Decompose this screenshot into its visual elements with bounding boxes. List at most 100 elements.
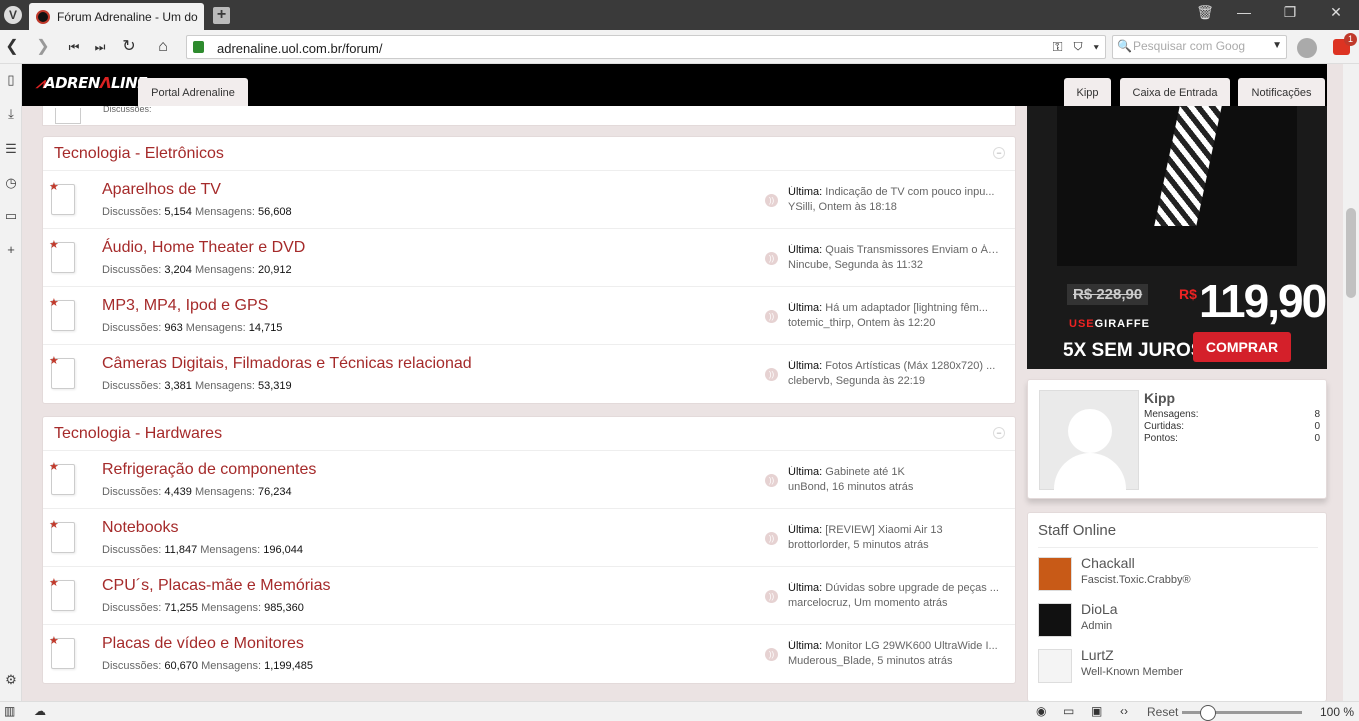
forward-button[interactable]: ❯: [33, 37, 53, 57]
ad-buy-button[interactable]: COMPRAR: [1193, 332, 1291, 362]
forum-title-link[interactable]: Placas de vídeo e Monitores: [102, 635, 304, 653]
zoom-reset-button[interactable]: Reset: [1147, 705, 1178, 719]
forum-stats: Discussões: 11,847 Mensagens: 196,044: [102, 544, 304, 556]
last-post-author[interactable]: totemic_thirp, Ontem às 12:20: [788, 317, 1003, 329]
last-post-link[interactable]: Última: [REVIEW] Xiaomi Air 13: [788, 524, 1003, 536]
home-button[interactable]: ⌂: [153, 37, 173, 57]
last-post-link[interactable]: Última: Quais Transmissores Enviam o Áu.…: [788, 244, 1003, 256]
category-title[interactable]: Tecnologia - Eletrônicos: [54, 145, 224, 163]
forum-title-link[interactable]: CPU´s, Placas-mãe e Memórias: [102, 577, 331, 595]
sync-cloud-icon[interactable]: ☁: [34, 704, 46, 718]
staff-member[interactable]: LurtZ Well-Known Member: [1038, 647, 1318, 687]
notes-icon[interactable]: ☰: [3, 141, 19, 157]
last-post-author[interactable]: Muderous_Blade, 5 minutos atrás: [788, 655, 1003, 667]
back-button[interactable]: ❮: [2, 37, 22, 57]
collapse-icon[interactable]: −: [993, 147, 1005, 159]
search-input[interactable]: [1133, 39, 1263, 53]
rss-icon[interactable]: )): [765, 532, 778, 545]
rss-icon[interactable]: )): [765, 310, 778, 323]
forum-title-link[interactable]: Áudio, Home Theater e DVD: [102, 239, 305, 257]
staff-name[interactable]: Chackall: [1081, 555, 1135, 571]
portal-tab[interactable]: Portal Adrenaline: [138, 78, 248, 106]
profile-icon[interactable]: [1297, 38, 1317, 58]
zoom-slider-knob[interactable]: [1200, 705, 1216, 721]
page-scrollbar[interactable]: [1343, 64, 1359, 701]
forum-title-link[interactable]: MP3, MP4, Ipod e GPS: [102, 297, 268, 315]
forum-icon[interactable]: ★: [49, 461, 75, 495]
last-post-link[interactable]: Última: Dúvidas sobre upgrade de peças .…: [788, 582, 1003, 594]
last-post-link[interactable]: Última: Fotos Artísticas (Máx 1280x720) …: [788, 360, 1003, 372]
bookmark-controls[interactable]: ⚿ ⛉ ▾: [1053, 39, 1099, 55]
close-window-button[interactable]: ✕: [1326, 4, 1346, 21]
forum-icon[interactable]: ★: [49, 519, 75, 553]
new-tab-button[interactable]: +: [213, 7, 230, 24]
forum-icon[interactable]: ★: [49, 239, 75, 273]
downloads-icon[interactable]: ⤓: [3, 106, 19, 122]
category-title[interactable]: Tecnologia - Hardwares: [54, 425, 222, 443]
reload-button[interactable]: ↻: [119, 37, 139, 57]
url-field[interactable]: adrenaline.uol.com.br/forum/ ⚿ ⛉ ▾: [186, 35, 1106, 59]
tile-icon[interactable]: ▭: [1063, 704, 1074, 718]
rss-icon[interactable]: )): [765, 194, 778, 207]
forum-icon[interactable]: ★: [49, 181, 75, 215]
fast-forward-button[interactable]: ⏭: [90, 37, 110, 57]
last-post-link[interactable]: Última: Monitor LG 29WK600 UltraWide I..…: [788, 640, 1003, 652]
last-post-author[interactable]: YSilli, Ontem às 18:18: [788, 201, 1003, 213]
last-post-author[interactable]: clebervb, Segunda às 22:19: [788, 375, 1003, 387]
tab-title: Fórum Adrenaline - Um do: [57, 10, 198, 24]
forum-icon[interactable]: ★: [49, 297, 75, 331]
collapse-icon[interactable]: −: [993, 427, 1005, 439]
staff-member[interactable]: DioLa Admin: [1038, 601, 1318, 641]
scroll-thumb[interactable]: [1346, 208, 1356, 298]
forum-icon[interactable]: ★: [49, 355, 75, 389]
rss-icon[interactable]: )): [765, 252, 778, 265]
last-post-author[interactable]: unBond, 16 minutos atrás: [788, 481, 1003, 493]
last-post-link[interactable]: Última: Gabinete até 1K: [788, 466, 1003, 478]
user-nav-notifications[interactable]: Notificações: [1238, 78, 1325, 106]
rss-icon[interactable]: )): [765, 648, 778, 661]
add-panel-icon[interactable]: +: [3, 242, 19, 258]
minimize-button[interactable]: —: [1234, 4, 1254, 20]
browser-tab[interactable]: Fórum Adrenaline - Um do: [29, 3, 204, 30]
forum-icon[interactable]: ★: [49, 577, 75, 611]
staff-name[interactable]: DioLa: [1081, 601, 1118, 617]
last-post-author[interactable]: marcelocruz, Um momento atrás: [788, 597, 1003, 609]
capture-camera-icon[interactable]: ◉: [1036, 704, 1046, 718]
images-icon[interactable]: ▣: [1091, 704, 1102, 718]
last-post-author[interactable]: Nincube, Segunda às 11:32: [788, 259, 1003, 271]
staff-avatar[interactable]: [1038, 557, 1072, 591]
last-post-author[interactable]: brottorlorder, 5 minutos atrás: [788, 539, 1003, 551]
staff-avatar[interactable]: [1038, 649, 1072, 683]
settings-gear-icon[interactable]: ⚙: [3, 672, 19, 688]
forum-title-link[interactable]: Aparelhos de TV: [102, 181, 221, 199]
vivaldi-menu-icon[interactable]: V: [4, 6, 22, 24]
forum-icon[interactable]: ★: [49, 635, 75, 669]
staff-avatar[interactable]: [1038, 603, 1072, 637]
forum-title-link[interactable]: Câmeras Digitais, Filmadoras e Técnicas …: [102, 355, 472, 373]
forum-title-link[interactable]: Refrigeração de componentes: [102, 461, 316, 479]
window-panel-icon[interactable]: ▭: [3, 208, 19, 224]
rewind-button[interactable]: ⏮: [64, 37, 84, 57]
sidebar-ad[interactable]: R$ 228,90 R$ 119,90 USEGIRAFFE 5X SEM JU…: [1027, 106, 1327, 369]
maximize-button[interactable]: ❐: [1280, 4, 1300, 21]
rss-icon[interactable]: )): [765, 590, 778, 603]
last-post-link[interactable]: Última: Há um adaptador [lightning fêm..…: [788, 302, 1003, 314]
staff-name[interactable]: LurtZ: [1081, 647, 1114, 663]
forum-title-link[interactable]: Notebooks: [102, 519, 179, 537]
last-post-link[interactable]: Última: Indicação de TV com pouco inpu..…: [788, 186, 1003, 198]
profile-name[interactable]: Kipp: [1144, 390, 1175, 406]
trash-icon[interactable]: 🗑: [1195, 4, 1215, 21]
history-icon[interactable]: ◷: [3, 175, 19, 191]
rss-icon[interactable]: )): [765, 368, 778, 381]
chevron-down-icon[interactable]: ▼: [1272, 40, 1282, 51]
user-nav-inbox[interactable]: Caixa de Entrada: [1120, 78, 1230, 106]
site-logo[interactable]: ⩘ADRENΛLINE: [36, 74, 147, 92]
panel-toggle-icon[interactable]: ▥: [4, 704, 15, 718]
user-nav-kipp[interactable]: Kipp: [1064, 78, 1111, 106]
staff-member[interactable]: Chackall Fascist.Toxic.Crabby®: [1038, 555, 1318, 595]
bookmarks-icon[interactable]: ▯: [3, 72, 19, 88]
avatar[interactable]: [1039, 390, 1139, 491]
search-engine-field[interactable]: 🔍 ▼: [1112, 35, 1287, 59]
code-icon[interactable]: ‹›: [1120, 704, 1128, 718]
rss-icon[interactable]: )): [765, 474, 778, 487]
